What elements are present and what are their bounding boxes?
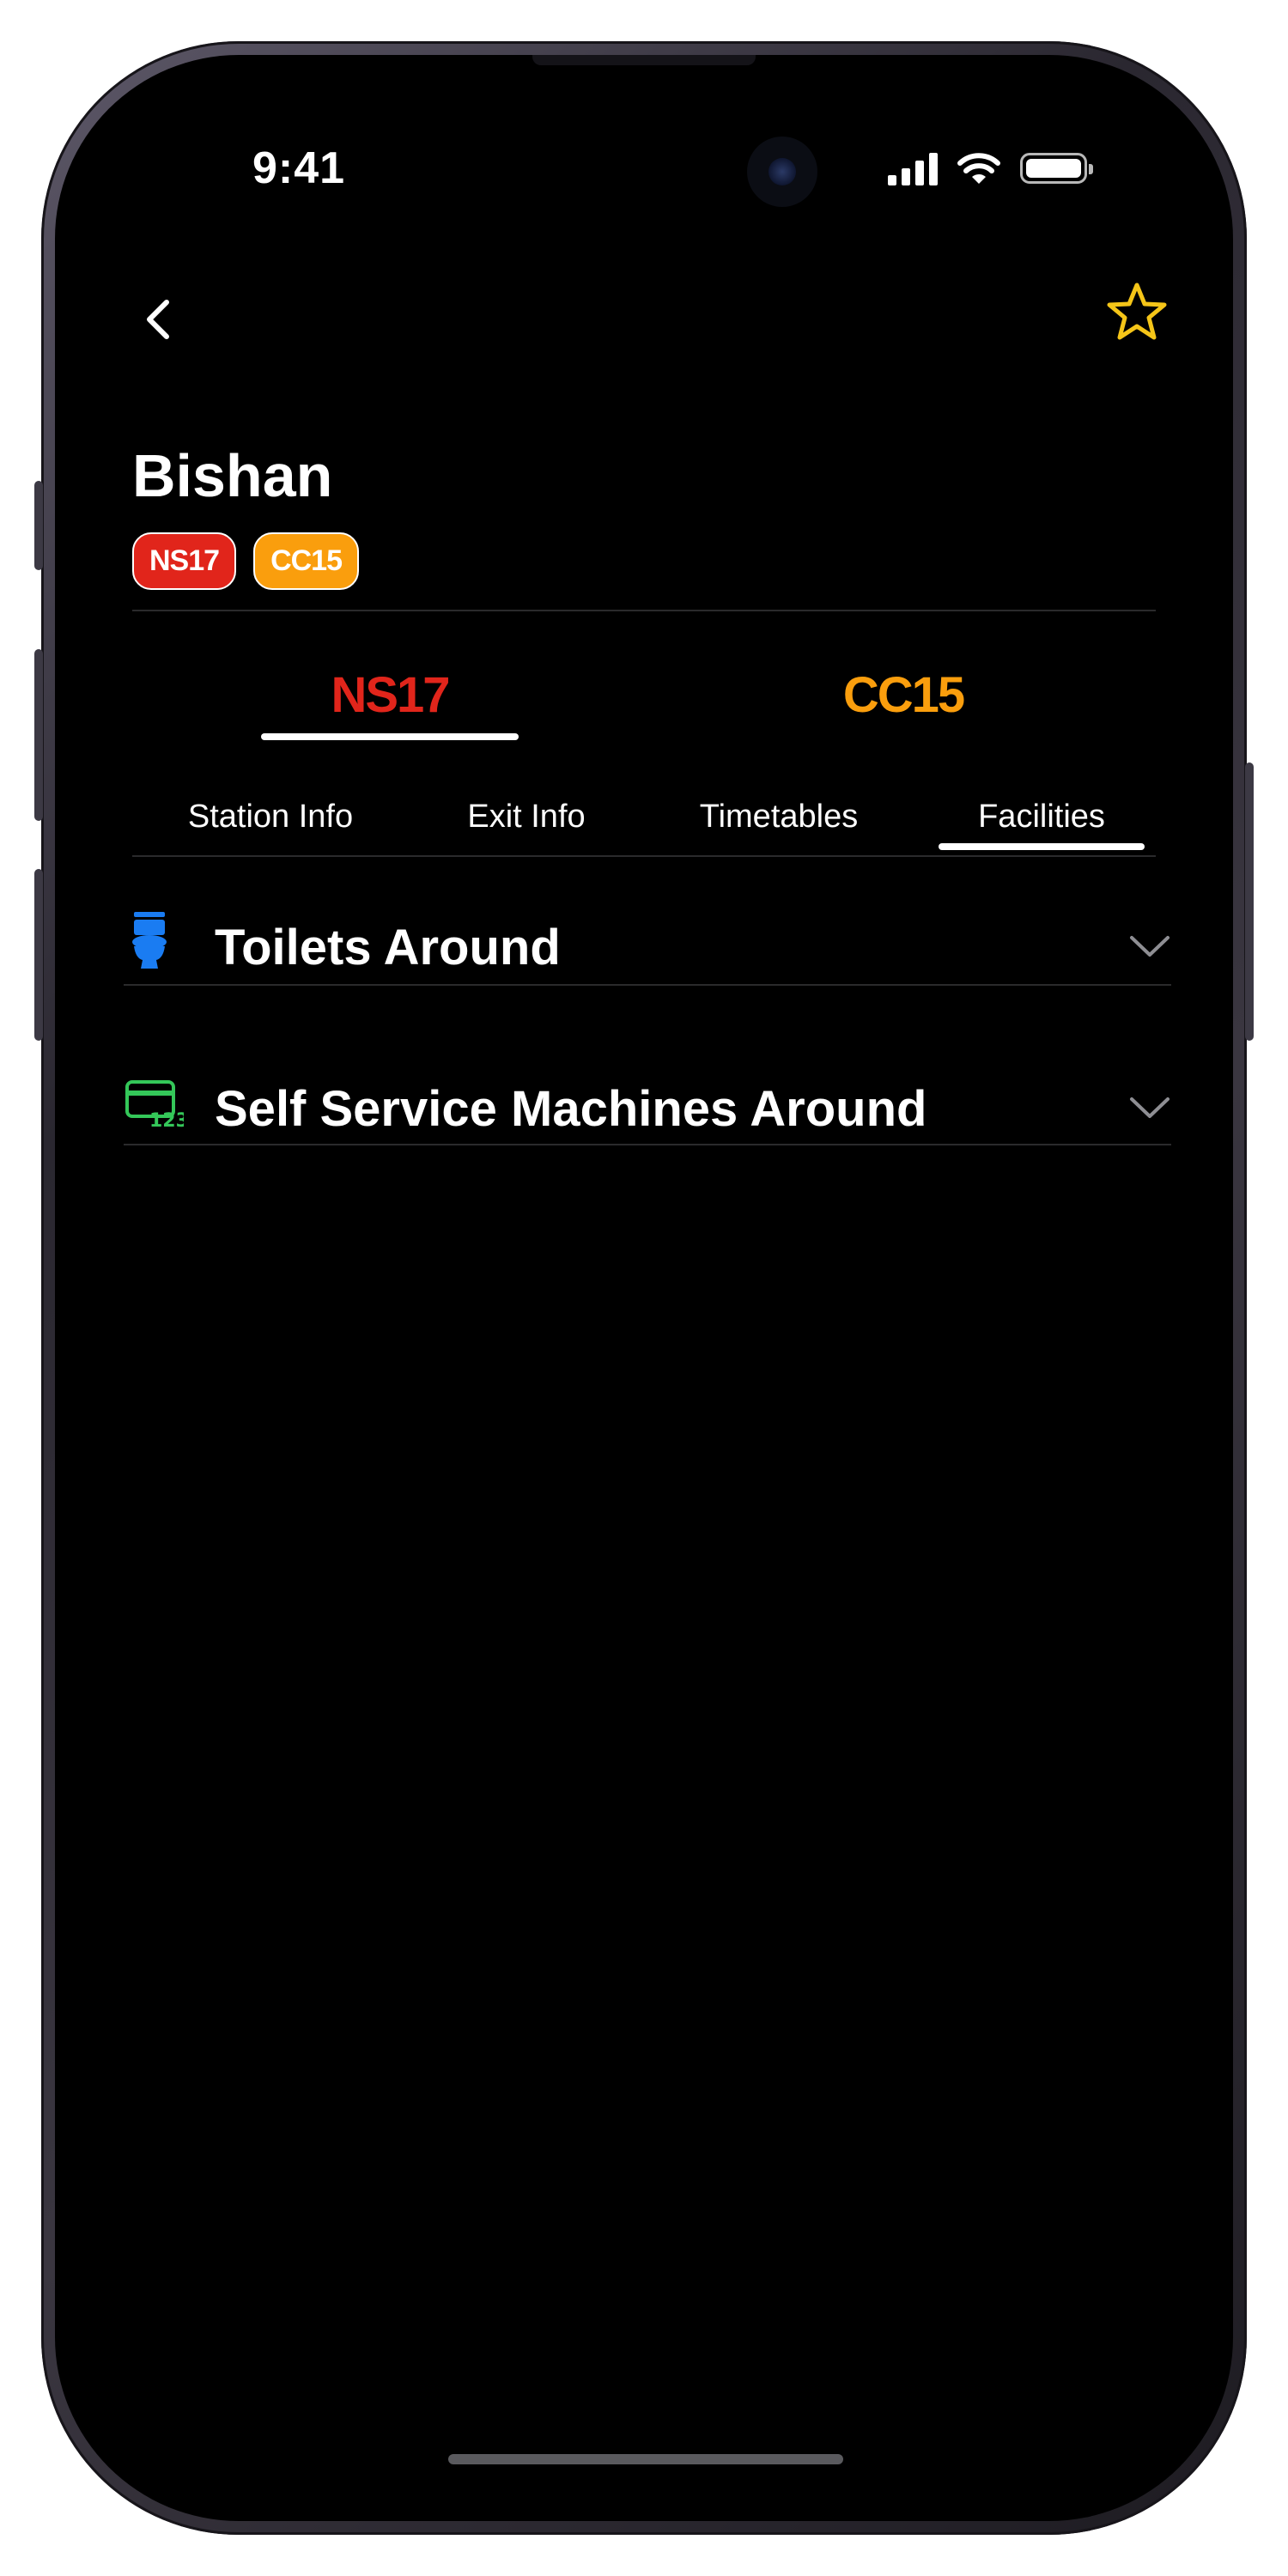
toilets-section[interactable]: Toilets Around [124, 905, 1171, 991]
back-chevron-icon[interactable] [132, 294, 184, 345]
screen: 9:41 Bishan NS17 CC15 NS17 CC15 Station … [55, 55, 1233, 2521]
toilet-icon [132, 912, 167, 969]
line-code-badge-cc: CC15 [253, 532, 359, 590]
volume-up-button [34, 649, 43, 821]
favorite-star-icon[interactable] [1103, 278, 1171, 347]
line-tab-cc15[interactable]: CC15 [732, 666, 1075, 724]
speaker-grille [532, 55, 756, 65]
toilets-label: Toilets Around [215, 920, 561, 975]
volume-down-button [34, 869, 43, 1041]
header-divider [132, 610, 1156, 611]
tab-station-info[interactable]: Station Info [167, 799, 374, 835]
action-button [34, 481, 43, 570]
sub-tab-indicator [939, 843, 1145, 850]
chevron-down-icon[interactable] [1128, 929, 1171, 963]
battery-icon [1020, 153, 1093, 184]
cellular-signal-icon [888, 151, 938, 185]
chevron-down-icon[interactable] [1128, 1091, 1171, 1125]
tab-exit-info[interactable]: Exit Info [423, 799, 629, 835]
line-code-badge-ns: NS17 [132, 532, 237, 590]
status-time: 9:41 [252, 143, 346, 193]
station-code-badges: NS17 CC15 [132, 532, 359, 590]
wifi-icon [957, 153, 1000, 184]
tab-timetables[interactable]: Timetables [676, 799, 882, 835]
status-icons [888, 151, 1093, 185]
self-service-divider [124, 1144, 1171, 1145]
svg-text:123: 123 [149, 1110, 184, 1130]
tab-facilities[interactable]: Facilities [939, 799, 1145, 835]
front-camera [747, 137, 817, 207]
self-service-machines-section[interactable]: 123 Self Service Machines Around [124, 1066, 1171, 1152]
power-button [1245, 762, 1254, 1041]
line-tab-ns17[interactable]: NS17 [218, 666, 562, 724]
home-indicator[interactable] [448, 2454, 843, 2464]
tabs-divider [132, 855, 1156, 857]
station-name: Bishan [132, 442, 333, 509]
line-tab-indicator [261, 733, 519, 740]
ticket-machine-icon: 123 [125, 1080, 184, 1130]
self-service-machines-label: Self Service Machines Around [215, 1081, 927, 1137]
toilets-divider [124, 984, 1171, 986]
